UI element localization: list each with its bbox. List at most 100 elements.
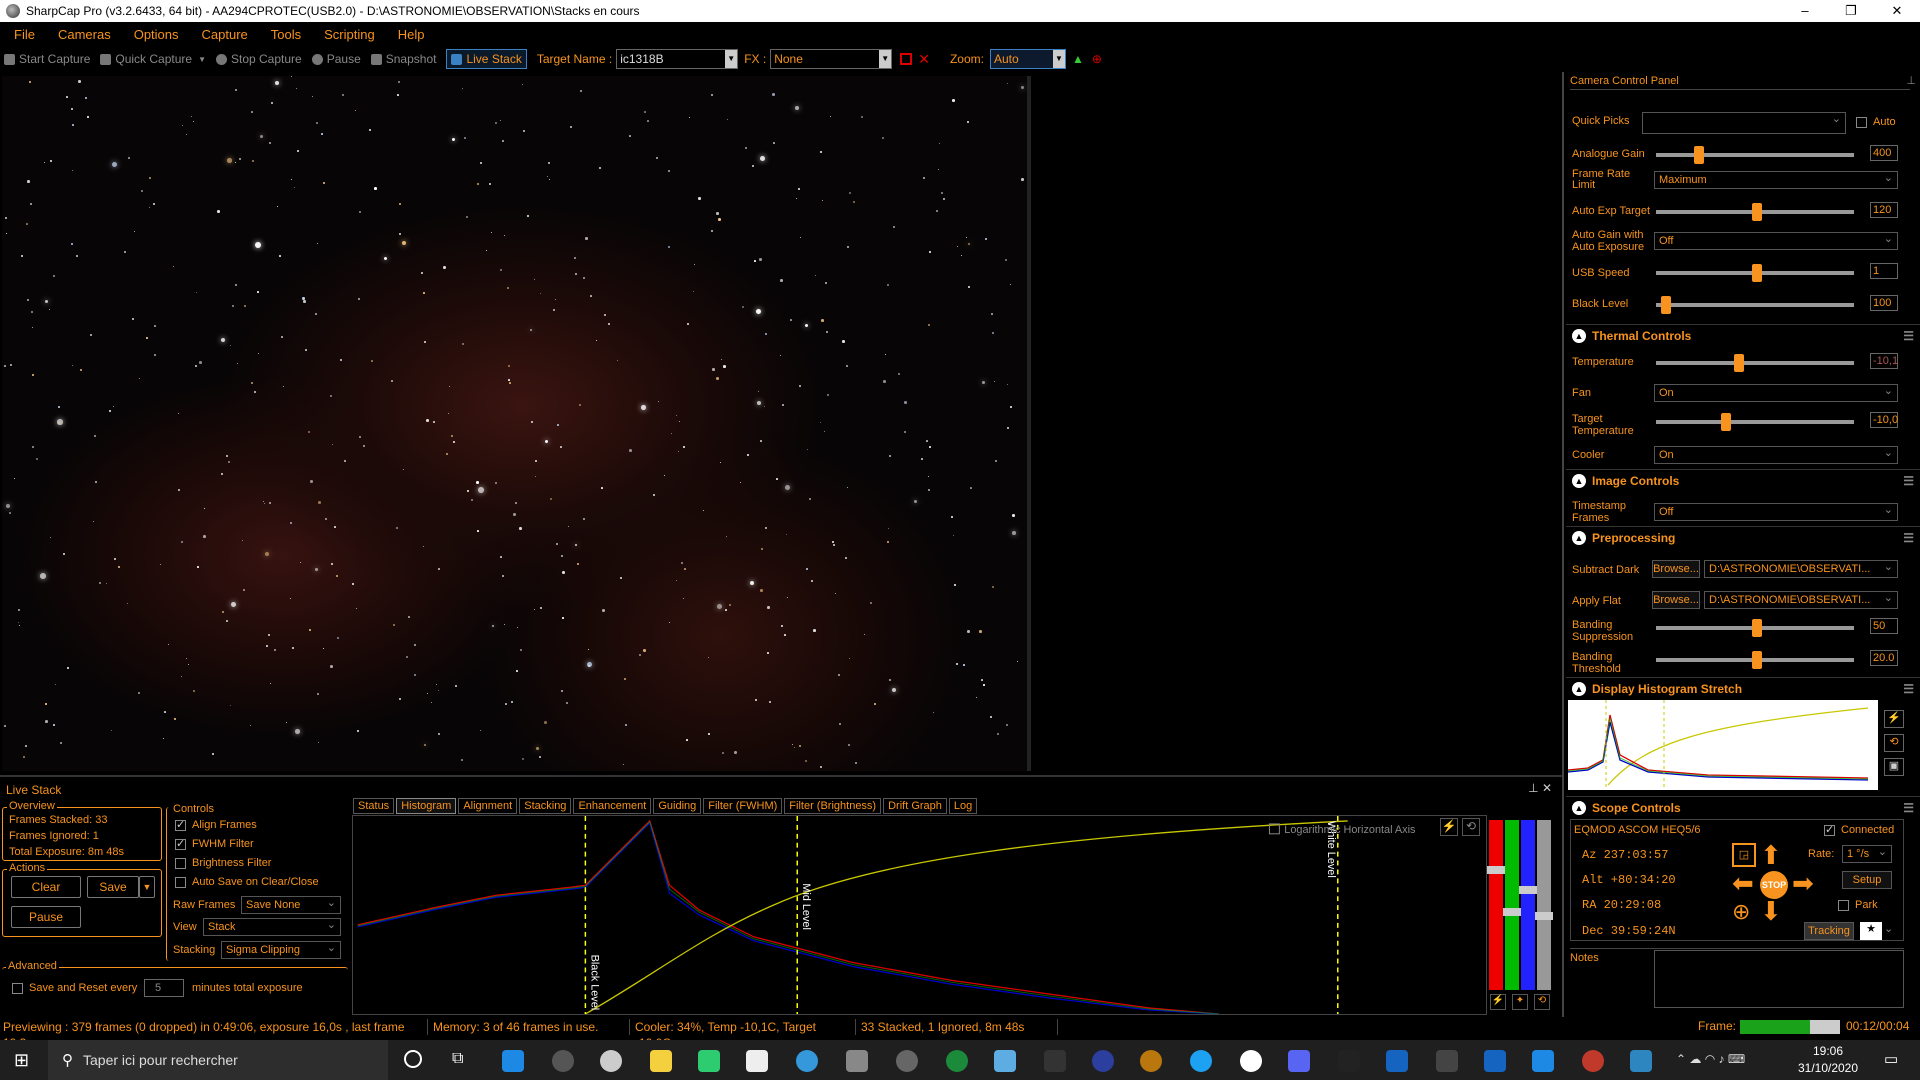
usb-speed-slider[interactable]	[1656, 264, 1854, 282]
histogram-icon[interactable]: ▲	[1072, 52, 1084, 66]
slider-thumb[interactable]	[1487, 866, 1505, 874]
app-icon-17[interactable]	[1582, 1050, 1604, 1072]
collapse-icon[interactable]: ▲	[1572, 530, 1586, 545]
stop-capture-button[interactable]: Stop Capture	[216, 52, 302, 66]
auto-level-icon[interactable]: ⚡	[1440, 818, 1458, 836]
auto-save-check[interactable]	[175, 876, 186, 888]
blue-level-slider[interactable]	[1519, 820, 1537, 990]
app-icon-4[interactable]	[796, 1050, 818, 1072]
scope-controls-header[interactable]: ▲ Scope Controls ☰	[1566, 796, 1920, 818]
timestamp-select[interactable]: Off	[1654, 502, 1898, 521]
menu-icon[interactable]: ☰	[1903, 682, 1914, 696]
app-icon-14[interactable]	[1436, 1050, 1458, 1072]
quick-capture-button[interactable]: Quick Capture ▼	[100, 52, 206, 66]
notifications-icon[interactable]: ▭	[1884, 1050, 1898, 1068]
slider-thumb[interactable]	[1519, 886, 1537, 894]
menu-tools[interactable]: Tools	[257, 27, 310, 42]
clear-red-icon[interactable]: ✕	[918, 51, 930, 68]
slider-thumb[interactable]	[1752, 264, 1762, 282]
menu-scripting[interactable]: Scripting	[310, 27, 384, 42]
app-icon-18[interactable]	[1630, 1050, 1652, 1072]
stop-button[interactable]: STOP	[1760, 871, 1788, 899]
park-checkbox[interactable]: Park	[1838, 899, 1878, 911]
app-icon-16[interactable]	[1532, 1050, 1554, 1072]
auto-save-checkbox[interactable]: Auto Save on Clear/Close	[175, 876, 319, 888]
slider-thumb[interactable]	[1503, 908, 1521, 916]
app-icon-10[interactable]	[1140, 1050, 1162, 1072]
align-frames-check[interactable]	[175, 818, 186, 831]
analogue-gain-value[interactable]: 400	[1870, 145, 1898, 161]
align-frames-checkbox[interactable]: Align Frames	[175, 818, 257, 831]
menu-icon[interactable]: ☰	[1903, 329, 1914, 343]
cortana-icon[interactable]	[404, 1050, 422, 1068]
analogue-gain-slider[interactable]	[1656, 146, 1854, 164]
tab-guiding[interactable]: Guiding	[653, 798, 702, 814]
east-arrow-button[interactable]: ➡	[1792, 870, 1814, 896]
auto-stretch-icon[interactable]: ⚡	[1884, 710, 1904, 728]
fwhm-filter-checkbox[interactable]: FWHM Filter	[175, 837, 254, 850]
banding-threshold-slider[interactable]	[1656, 651, 1854, 669]
brightness-filter-checkbox[interactable]: Brightness Filter	[175, 857, 271, 869]
tab-filter-brightness[interactable]: Filter (Brightness)	[784, 798, 882, 814]
north-arrow-button[interactable]: ⬆	[1760, 842, 1782, 868]
menu-icon[interactable]: ☰	[1903, 474, 1914, 488]
banding-threshold-value[interactable]: 20.0	[1870, 650, 1898, 666]
collapse-icon[interactable]: ▲	[1572, 681, 1586, 696]
sharpcap-taskbar-icon[interactable]	[896, 1050, 918, 1072]
green-level-slider[interactable]	[1503, 820, 1521, 990]
pin-icon[interactable]: ⊥	[1906, 74, 1916, 87]
chevron-down-icon[interactable]: ▼	[879, 50, 892, 68]
slider-thumb[interactable]	[1752, 651, 1762, 669]
taskbar-search-box[interactable]: ⚲ Taper ici pour rechercher	[48, 1040, 388, 1080]
usb-speed-value[interactable]: 1	[1870, 263, 1898, 279]
auto-checkbox[interactable]: Auto	[1856, 116, 1896, 128]
fan-select[interactable]: On	[1654, 383, 1898, 402]
fwhm-filter-check[interactable]	[175, 837, 186, 850]
brightness-filter-check[interactable]	[175, 857, 186, 869]
cooler-select[interactable]: On	[1654, 445, 1898, 464]
menu-options[interactable]: Options	[120, 27, 188, 42]
snapshot-button[interactable]: Snapshot	[370, 52, 436, 66]
target-temperature-value[interactable]: -10,0	[1870, 412, 1898, 428]
slider-thumb[interactable]	[1694, 146, 1704, 164]
image-controls-header[interactable]: ▲ Image Controls ☰	[1566, 469, 1920, 491]
reset-stretch-icon[interactable]: ⟲	[1884, 734, 1904, 752]
browse-dark-button[interactable]: Browse...	[1652, 560, 1700, 578]
connected-check[interactable]	[1824, 823, 1835, 836]
west-arrow-button[interactable]: ⬅	[1732, 870, 1754, 896]
app-icon-9[interactable]	[1092, 1050, 1114, 1072]
app-icon-8[interactable]	[1044, 1050, 1066, 1072]
sync-icon[interactable]: ◲	[1732, 843, 1756, 867]
discord-icon[interactable]	[1288, 1050, 1310, 1072]
star-level-icon[interactable]: ✦	[1512, 994, 1528, 1010]
black-level-slider[interactable]	[1656, 296, 1854, 314]
slider-thumb[interactable]	[1752, 619, 1762, 637]
preprocessing-header[interactable]: ▲ Preprocessing ☰	[1566, 526, 1920, 548]
windows-start-icon[interactable]: ⊞	[14, 1050, 29, 1071]
pause-stack-button[interactable]: Pause	[11, 906, 81, 928]
record-square-icon[interactable]	[900, 53, 913, 65]
taskbar-date[interactable]: 31/10/2020	[1788, 1061, 1868, 1075]
app-icon-15[interactable]	[1484, 1050, 1506, 1072]
auto-exp-target-value[interactable]: 120	[1870, 202, 1898, 218]
auto-gain-select[interactable]: Off	[1654, 231, 1898, 250]
rgb-level-sliders[interactable]	[1487, 820, 1555, 990]
app-icon-13[interactable]	[1386, 1050, 1408, 1072]
collapse-icon[interactable]: ▲	[1572, 328, 1586, 343]
edge-icon[interactable]	[1190, 1050, 1212, 1072]
chevron-down-icon[interactable]: ▼	[1052, 50, 1065, 68]
clear-button[interactable]: Clear	[11, 876, 81, 898]
south-arrow-button[interactable]: ⬇	[1760, 898, 1782, 924]
app-icon-6[interactable]	[946, 1050, 968, 1072]
chevron-down-icon[interactable]: ▼	[725, 50, 738, 68]
fx-select[interactable]: None ▼	[770, 49, 893, 69]
app-icon-11[interactable]	[1240, 1050, 1262, 1072]
save-reset-minutes-input[interactable]: 5	[144, 979, 184, 997]
tab-histogram[interactable]: Histogram	[396, 798, 457, 814]
taskbar-time[interactable]: 19:06	[1788, 1044, 1868, 1058]
collapse-icon[interactable]: ▲	[1572, 473, 1586, 488]
park-check[interactable]	[1838, 899, 1849, 911]
save-dropdown-icon[interactable]: ▼	[139, 876, 155, 898]
flat-path-select[interactable]: D:\ASTRONOMIE\OBSERVATI...	[1704, 590, 1898, 609]
save-reset-checkbox[interactable]: Save and Reset every	[12, 982, 137, 994]
